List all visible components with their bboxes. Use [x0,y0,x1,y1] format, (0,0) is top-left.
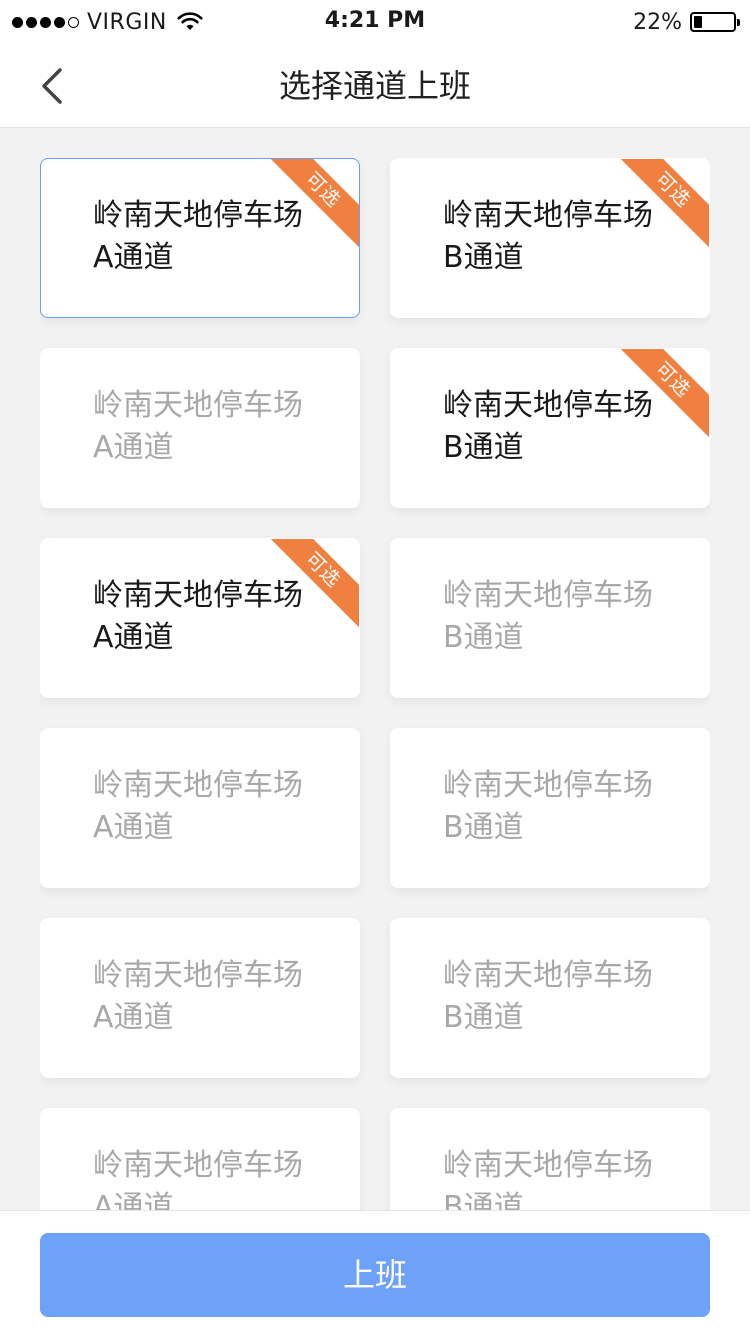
channel-parking-name: 岭南天地停车场 [443,388,653,423]
status-bar: VIRGIN 4:21 PM 22% [0,0,750,44]
channel-card-text: 岭南天地停车场 A通道 [93,955,303,1039]
battery-cap [737,19,740,26]
channel-parking-name: 岭南天地停车场 [443,578,653,613]
channel-gate-name: A通道 [93,240,174,275]
page-title: 选择通道上班 [278,67,471,105]
channel-parking-name: 岭南天地停车场 [443,958,653,993]
back-button[interactable] [24,58,80,114]
channel-gate-name: B通道 [443,620,524,655]
status-right: 22% [633,8,740,36]
clock-in-button[interactable]: 上班 [40,1233,710,1317]
channel-gate-name: A通道 [93,1190,174,1210]
channel-card-text: 岭南天地停车场 A通道 [93,1145,303,1210]
channel-card: 岭南天地停车场 A通道 [40,918,360,1078]
channel-card-text: 岭南天地停车场 B通道 [443,195,653,279]
channel-card[interactable]: 岭南天地停车场 A通道 可选 [40,538,360,698]
channel-gate-name: B通道 [443,1000,524,1035]
channel-gate-name: B通道 [443,810,524,845]
channel-parking-name: 岭南天地停车场 [93,958,303,993]
channel-card: 岭南天地停车场 B通道 [390,918,710,1078]
nav-bar: 选择通道上班 [0,44,750,128]
channel-card-text: 岭南天地停车场 B通道 [443,955,653,1039]
channel-parking-name: 岭南天地停车场 [93,768,303,803]
channel-card-text: 岭南天地停车场 A通道 [93,575,303,659]
channel-card-text: 岭南天地停车场 A通道 [93,385,303,469]
channel-parking-name: 岭南天地停车场 [443,1148,653,1183]
channel-gate-name: B通道 [443,430,524,465]
channel-card[interactable]: 岭南天地停车场 B通道 可选 [390,348,710,508]
channel-card-text: 岭南天地停车场 B通道 [443,765,653,849]
channel-grid: 岭南天地停车场 A通道 可选 岭南天地停车场 B通道 可选 岭南天地停车场 A通道 岭南天地停车… [40,158,710,1210]
channel-card-text: 岭南天地停车场 B通道 [443,385,653,469]
channel-parking-name: 岭南天地停车场 [443,768,653,803]
channel-card: 岭南天地停车场 A通道 [40,1108,360,1210]
channel-parking-name: 岭南天地停车场 [93,198,303,233]
channel-card: 岭南天地停车场 B通道 [390,538,710,698]
channel-parking-name: 岭南天地停车场 [93,388,303,423]
channel-card: 岭南天地停车场 A通道 [40,348,360,508]
channel-card[interactable]: 岭南天地停车场 A通道 可选 [40,158,360,318]
chevron-left-icon [42,68,62,104]
battery-icon [690,12,740,32]
channel-card-text: 岭南天地停车场 A通道 [93,765,303,849]
channel-gate-name: A通道 [93,430,174,465]
channel-gate-name: B通道 [443,1190,524,1210]
channel-gate-name: B通道 [443,240,524,275]
battery-fill [694,16,703,28]
battery-percent: 22% [633,9,682,35]
channel-card-text: 岭南天地停车场 B通道 [443,1145,653,1210]
channel-gate-name: A通道 [93,620,174,655]
channel-card: 岭南天地停车场 B通道 [390,728,710,888]
channel-gate-name: A通道 [93,1000,174,1035]
channel-parking-name: 岭南天地停车场 [93,1148,303,1183]
channel-card-text: 岭南天地停车场 B通道 [443,575,653,659]
channel-card-text: 岭南天地停车场 A通道 [93,195,303,279]
channel-gate-name: A通道 [93,810,174,845]
channel-card: 岭南天地停车场 A通道 [40,728,360,888]
bottom-bar: 上班 [0,1210,750,1334]
channel-parking-name: 岭南天地停车场 [443,198,653,233]
channel-parking-name: 岭南天地停车场 [93,578,303,613]
channel-card[interactable]: 岭南天地停车场 B通道 可选 [390,158,710,318]
channel-card: 岭南天地停车场 B通道 [390,1108,710,1210]
